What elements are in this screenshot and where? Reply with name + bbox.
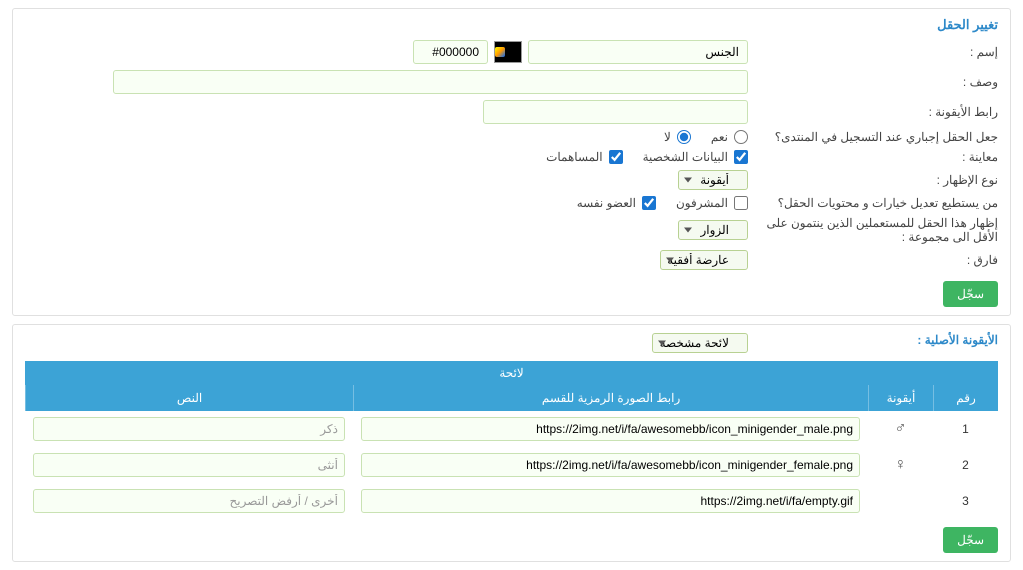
radio-no-label: لا	[664, 130, 671, 144]
text-input[interactable]	[33, 489, 345, 513]
chk-personal-label: البيانات الشخصية	[643, 150, 728, 164]
row-separator: فارق : عارضة أفقية	[13, 247, 1010, 273]
edit-field-panel: تغيير الحقل إسم : وصف : رابط الأيقونة : …	[12, 8, 1011, 316]
gender-icon	[868, 499, 933, 503]
label-separator: فارق :	[748, 253, 998, 267]
select-wrap: لائحة مشخصة	[652, 333, 748, 353]
name-input[interactable]	[528, 40, 748, 64]
panel2-title: الأيقونة الأصلية :	[748, 333, 998, 353]
row-icon-url: رابط الأيقونة :	[13, 97, 1010, 127]
gender-icon: ♀	[868, 454, 933, 476]
select-wrap: عارضة أفقية	[660, 250, 748, 270]
save-button-2[interactable]: سجّل	[943, 527, 998, 553]
gender-icon: ♂	[868, 418, 933, 440]
th-num: رقم	[933, 385, 998, 411]
url-input[interactable]	[361, 453, 860, 477]
row-show-group: إظهار هذا الحقل للمستعملين الذين ينتمون …	[13, 213, 1010, 247]
select-wrap: أيقونة	[678, 170, 748, 190]
color-input[interactable]	[413, 40, 488, 64]
label-name: إسم :	[748, 45, 998, 59]
chk-personal[interactable]	[734, 150, 748, 164]
table-row: 2♀	[25, 447, 998, 483]
row-required: جعل الحقل إجباري عند التسجيل في المنتدى؟…	[13, 127, 1010, 147]
chk-mods[interactable]	[734, 196, 748, 210]
th-url: رابط الصورة الرمزية للقسم	[353, 385, 868, 411]
table-row: 1♂	[25, 411, 998, 447]
chk-mods-label: المشرفون	[676, 196, 728, 210]
chk-self-label: العضو نفسه	[577, 196, 636, 210]
radio-yes-label: نعم	[711, 130, 728, 144]
panel-title: تغيير الحقل	[13, 9, 1010, 37]
select-display-type[interactable]: أيقونة	[678, 170, 748, 190]
label-preview: معاينة :	[748, 150, 998, 164]
th-icon: أيقونة	[868, 385, 933, 411]
label-who-edit: من يستطيع تعديل خيارات و محتويات الحقل؟	[748, 196, 998, 210]
table-header: رقم أيقونة رابط الصورة الرمزية للقسم الن…	[25, 385, 998, 411]
radio-no[interactable]	[677, 130, 691, 144]
radio-yes[interactable]	[734, 130, 748, 144]
row-display-type: نوع الإظهار : أيقونة	[13, 167, 1010, 193]
label-required: جعل الحقل إجباري عند التسجيل في المنتدى؟	[748, 130, 998, 144]
select-separator[interactable]: عارضة أفقية	[660, 250, 748, 270]
table-title-bar: لائحة	[25, 361, 998, 385]
label-desc: وصف :	[748, 75, 998, 89]
desc-input[interactable]	[113, 70, 748, 94]
cell-num: 1	[933, 420, 998, 438]
url-input[interactable]	[361, 489, 860, 513]
text-input[interactable]	[33, 417, 345, 441]
label-show-group: إظهار هذا الحقل للمستعملين الذين ينتمون …	[748, 216, 998, 244]
select-list-type[interactable]: لائحة مشخصة	[652, 333, 748, 353]
chk-self[interactable]	[642, 196, 656, 210]
cell-num: 2	[933, 456, 998, 474]
text-input[interactable]	[33, 453, 345, 477]
cell-num: 3	[933, 492, 998, 510]
save-button[interactable]: سجّل	[943, 281, 998, 307]
color-picker-icon[interactable]	[494, 41, 522, 63]
label-icon-url: رابط الأيقونة :	[748, 105, 998, 119]
chk-contrib-label: المساهمات	[546, 150, 603, 164]
table-body: 1♂2♀3	[25, 411, 998, 519]
th-text: النص	[25, 385, 353, 411]
select-group[interactable]: الزوار	[678, 220, 748, 240]
row-who-edit: من يستطيع تعديل خيارات و محتويات الحقل؟ …	[13, 193, 1010, 213]
table-row: 3	[25, 483, 998, 519]
row-name: إسم :	[13, 37, 1010, 67]
label-display-type: نوع الإظهار :	[748, 173, 998, 187]
row-desc: وصف :	[13, 67, 1010, 97]
icons-panel: الأيقونة الأصلية : لائحة مشخصة لائحة رقم…	[12, 324, 1011, 562]
row-preview: معاينة : البيانات الشخصية المساهمات	[13, 147, 1010, 167]
icon-url-input[interactable]	[483, 100, 748, 124]
select-wrap: الزوار	[678, 220, 748, 240]
chk-contrib[interactable]	[609, 150, 623, 164]
url-input[interactable]	[361, 417, 860, 441]
